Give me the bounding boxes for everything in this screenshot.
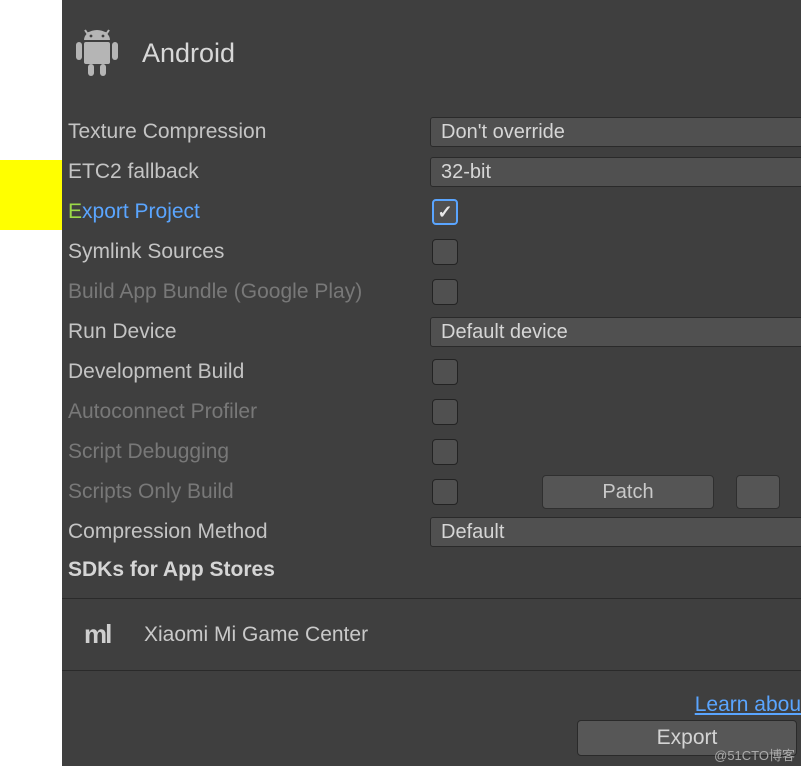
label-compression-method: Compression Method (68, 520, 430, 544)
dropdown-value: Default device (441, 321, 568, 344)
sdk-xiaomi-row[interactable]: ml Xiaomi Mi Game Center (62, 598, 801, 671)
dropdown-value: 32-bit (441, 161, 491, 184)
label-scripts-only-build: Scripts Only Build (68, 480, 430, 504)
row-compression-method: Compression Method Default (68, 512, 801, 552)
label-symlink-sources: Symlink Sources (68, 240, 430, 264)
build-settings-panel: Android Texture Compression Don't overri… (62, 0, 801, 766)
patch-dropdown-button[interactable] (736, 475, 780, 509)
row-etc2-fallback: ETC2 fallback 32-bit (68, 152, 801, 192)
dropdown-value: Default (441, 521, 504, 544)
label-autoconnect-profiler: Autoconnect Profiler (68, 400, 430, 424)
highlight-left (0, 160, 62, 230)
label-run-device: Run Device (68, 320, 430, 344)
android-icon (74, 28, 120, 78)
label-export-project: Export Project (68, 200, 430, 224)
row-scripts-only-build: Scripts Only Build Patch (68, 472, 801, 512)
dropdown-texture-compression[interactable]: Don't override (430, 117, 801, 147)
watermark: @51CTO博客 (714, 745, 795, 764)
checkbox-development-build[interactable] (432, 359, 458, 385)
checkbox-build-app-bundle (432, 279, 458, 305)
dropdown-compression-method[interactable]: Default (430, 517, 801, 547)
sdk-xiaomi-label: Xiaomi Mi Game Center (144, 623, 368, 647)
row-autoconnect-profiler: Autoconnect Profiler (68, 392, 801, 432)
row-run-device: Run Device Default device (68, 312, 801, 352)
dropdown-etc2-fallback[interactable]: 32-bit (430, 157, 801, 187)
row-texture-compression: Texture Compression Don't override (68, 112, 801, 152)
row-script-debugging: Script Debugging (68, 432, 801, 472)
checkbox-script-debugging (432, 439, 458, 465)
check-icon: ✓ (437, 202, 452, 223)
learn-about-link[interactable]: Learn abou (695, 693, 801, 716)
label-development-build: Development Build (68, 360, 430, 384)
learn-about-row: Learn abou (68, 671, 801, 717)
row-export-project: Export Project ✓ (68, 192, 801, 232)
checkbox-export-project[interactable]: ✓ (432, 199, 458, 225)
checkbox-symlink-sources[interactable] (432, 239, 458, 265)
row-build-app-bundle: Build App Bundle (Google Play) (68, 272, 801, 312)
row-development-build: Development Build (68, 352, 801, 392)
label-texture-compression: Texture Compression (68, 120, 430, 144)
settings-rows: Texture Compression Don't override ETC2 … (62, 112, 801, 717)
xiaomi-icon: ml (84, 619, 118, 650)
row-symlink-sources: Symlink Sources (68, 232, 801, 272)
label-build-app-bundle: Build App Bundle (Google Play) (68, 280, 430, 304)
label-script-debugging: Script Debugging (68, 440, 430, 464)
label-etc2-fallback: ETC2 fallback (68, 160, 430, 184)
dropdown-run-device[interactable]: Default device (430, 317, 801, 347)
sdks-section-title: SDKs for App Stores (68, 552, 801, 592)
patch-button[interactable]: Patch (542, 475, 714, 509)
platform-header: Android (62, 0, 801, 112)
checkbox-scripts-only-build (432, 479, 458, 505)
checkbox-autoconnect-profiler (432, 399, 458, 425)
dropdown-value: Don't override (441, 121, 565, 144)
platform-title: Android (142, 38, 235, 69)
